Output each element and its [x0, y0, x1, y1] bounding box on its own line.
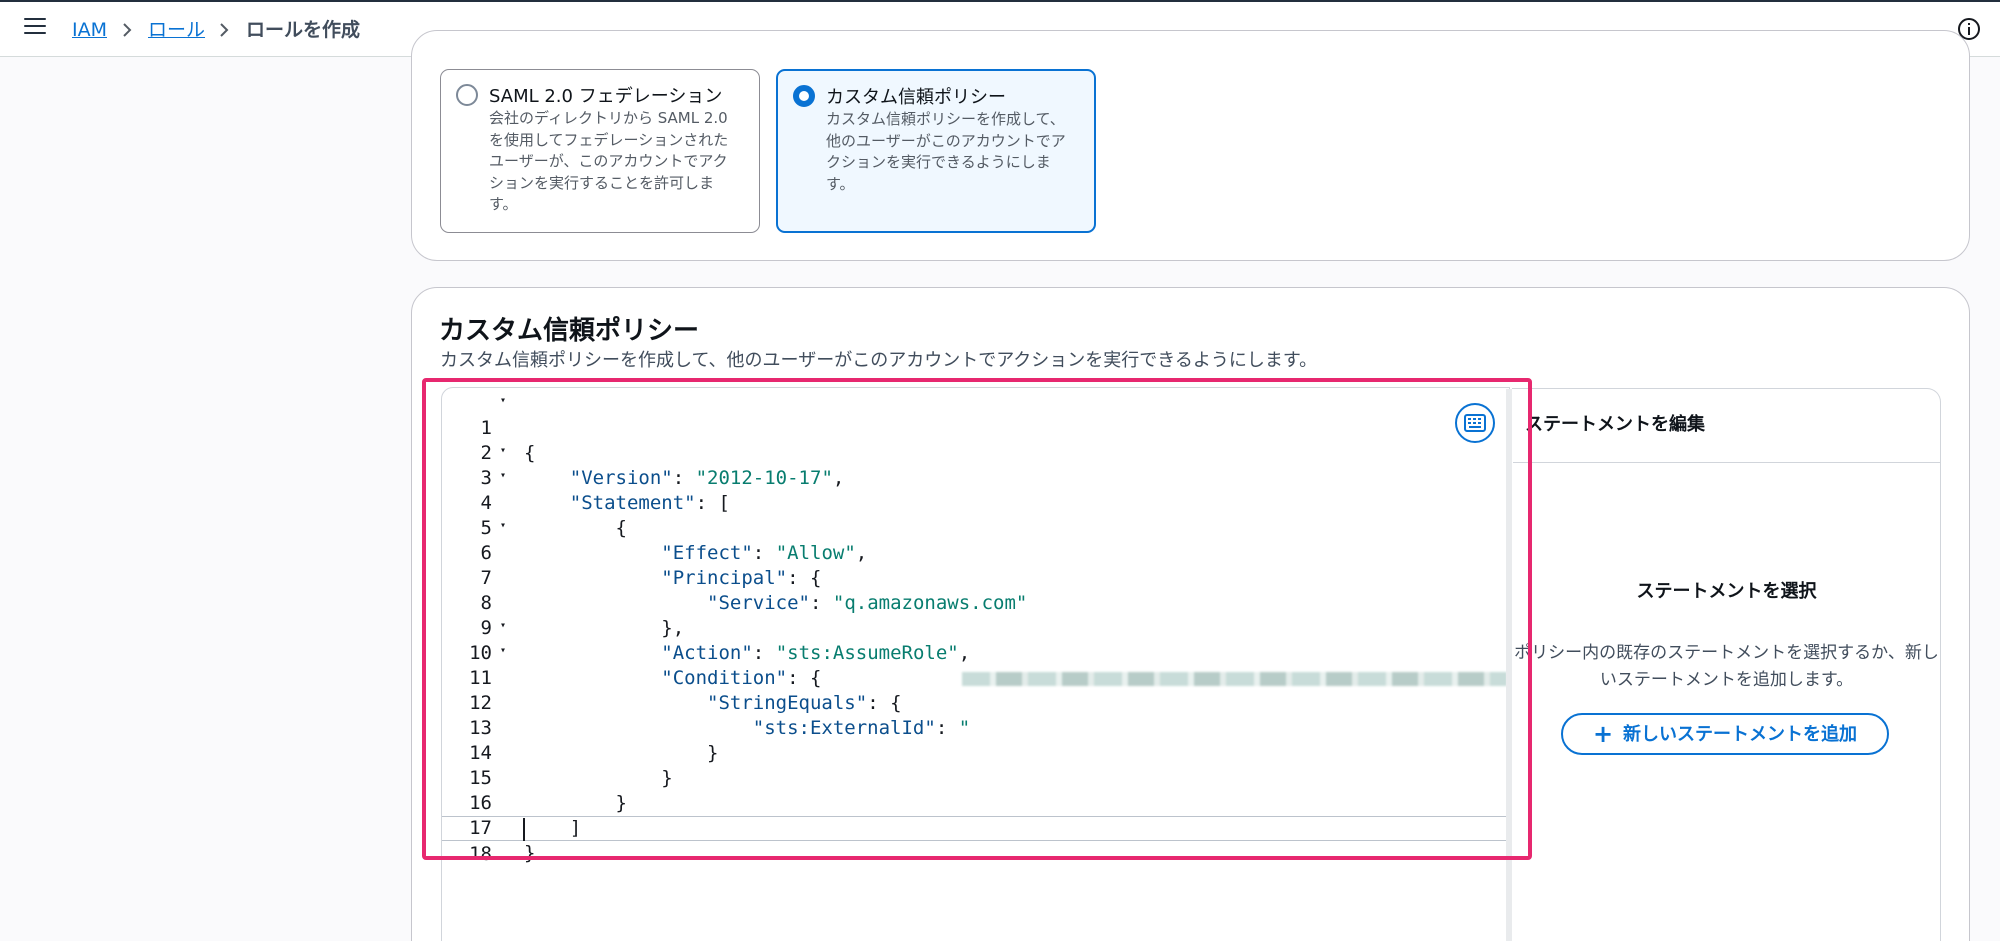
option-title: カスタム信頼ポリシー	[826, 87, 1006, 108]
fold-arrow-icon[interactable]: ▾	[500, 438, 506, 463]
plus-icon: +	[1592, 720, 1614, 748]
code-line: 6 ▾ "Principal": {	[442, 513, 1507, 589]
code-line: 7 "Service": "q.amazonaws.com"	[480, 567, 1028, 614]
custom-trust-policy-option[interactable]: カスタム信頼ポリシー カスタム信頼ポリシーを作成して、他のユーザーがこのアカウン…	[776, 69, 1096, 233]
code-line: 17 }	[469, 817, 536, 864]
section-description: カスタム信頼ポリシーを作成して、他のユーザーがこのアカウントでアクションを実行で…	[440, 350, 1318, 371]
option-title: SAML 2.0 フェデレーション	[489, 86, 723, 107]
policy-json-editor[interactable]: 1 ▾ { 2 "Version": "2012-10-17", 3 ▾ "Stat…	[441, 387, 1510, 941]
code-line: 1 ▾ {	[442, 388, 1507, 464]
code-line: 4 ▾ {	[442, 463, 1507, 539]
saml-federation-option[interactable]: SAML 2.0 フェデレーション 会社のディレクトリから SAML 2.0 を…	[440, 69, 760, 233]
code-line: 10 ▾ "Condition": {	[442, 613, 1507, 689]
keyboard-shortcuts-button[interactable]	[1455, 403, 1495, 443]
redacted-external-id	[962, 672, 1507, 686]
fold-arrow-icon[interactable]: ▾	[500, 513, 506, 538]
option-description: 会社のディレクトリから SAML 2.0 を使用してフェデレーションされたユーザ…	[489, 109, 729, 213]
code-line: 12 "sts:ExternalId": "	[442, 666, 1507, 739]
breadcrumb-roles-link[interactable]: ロール	[148, 18, 205, 42]
code-line: 11 ▾ "StringEquals": {	[442, 638, 1507, 714]
add-button-label: 新しいステートメントを追加	[1623, 724, 1858, 745]
code-line: 2 "Version": "2012-10-17",	[480, 442, 845, 489]
code-line: 8 },	[480, 592, 685, 639]
empty-state-description: ポリシー内の既存のステートメントを選択するか、新しいステートメントを追加します。	[1514, 643, 1939, 690]
code-line: 9 "Action": "sts:AssumeRole",	[480, 617, 971, 664]
radio-button[interactable]	[456, 84, 478, 106]
code-line: 15 }	[469, 767, 627, 814]
code-line: 14 }	[469, 742, 673, 789]
chevron-right-icon	[220, 23, 229, 37]
code-line: 13 }	[469, 717, 719, 764]
code-line: 3 ▾ "Statement": [	[442, 438, 1507, 514]
chevron-right-icon	[123, 23, 132, 37]
code-line-active: 18	[442, 816, 1507, 865]
panel-header: ステートメントを編集	[1525, 414, 1705, 435]
add-new-statement-button[interactable]: + 新しいステートメントを追加	[1561, 713, 1889, 755]
empty-state-title: ステートメントを選択	[1636, 581, 1817, 602]
option-description: カスタム信頼ポリシーを作成して、他のユーザーがこのアカウントでアクションを実行で…	[826, 110, 1066, 193]
breadcrumb-current-page: ロールを作成	[246, 19, 361, 41]
section-title: カスタム信頼ポリシー	[439, 316, 700, 346]
fold-arrow-icon[interactable]: ▾	[500, 463, 506, 488]
code-line: 16 ]	[469, 792, 582, 839]
code-line: 5 "Effect": "Allow",	[480, 517, 868, 564]
fold-arrow-icon[interactable]: ▾	[500, 388, 506, 413]
fold-arrow-icon[interactable]: ▾	[500, 638, 506, 663]
text-cursor	[523, 818, 525, 841]
divider	[1513, 462, 1940, 463]
breadcrumb-iam-link[interactable]: IAM	[72, 18, 107, 42]
fold-arrow-icon[interactable]: ▾	[500, 613, 506, 638]
hamburger-menu-icon[interactable]	[24, 18, 46, 36]
radio-button-selected[interactable]	[793, 85, 815, 107]
keyboard-icon	[1464, 414, 1486, 432]
